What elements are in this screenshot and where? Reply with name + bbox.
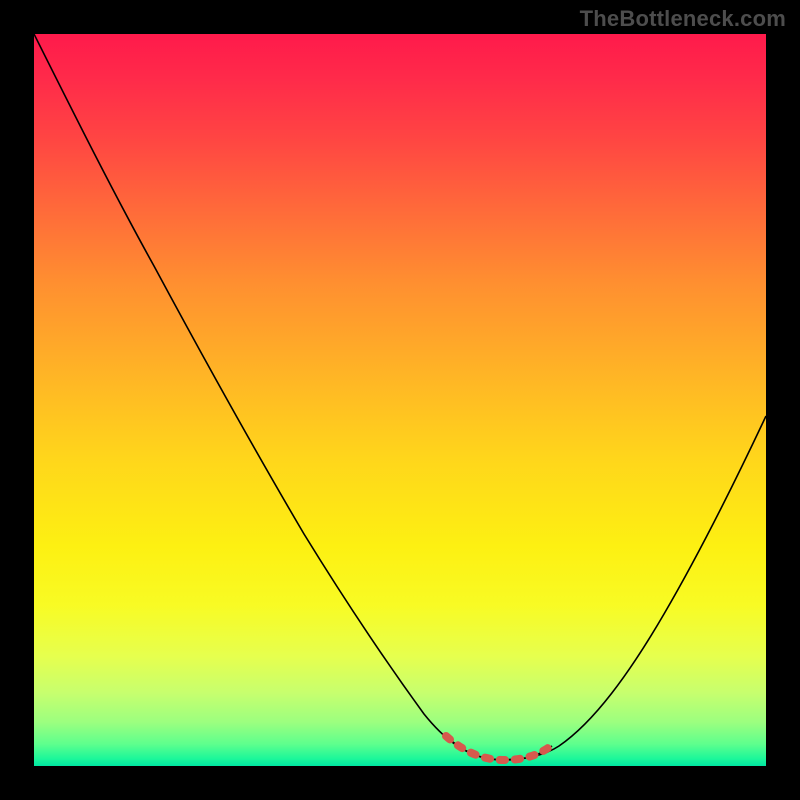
chart-frame: TheBottleneck.com: [0, 0, 800, 800]
bottleneck-curve: [34, 34, 766, 766]
watermark-text: TheBottleneck.com: [580, 6, 786, 32]
curve-left-branch: [34, 34, 489, 759]
curve-right-branch: [489, 416, 766, 760]
highlight-trough-dashes: [446, 736, 548, 760]
plot-area: [34, 34, 766, 766]
